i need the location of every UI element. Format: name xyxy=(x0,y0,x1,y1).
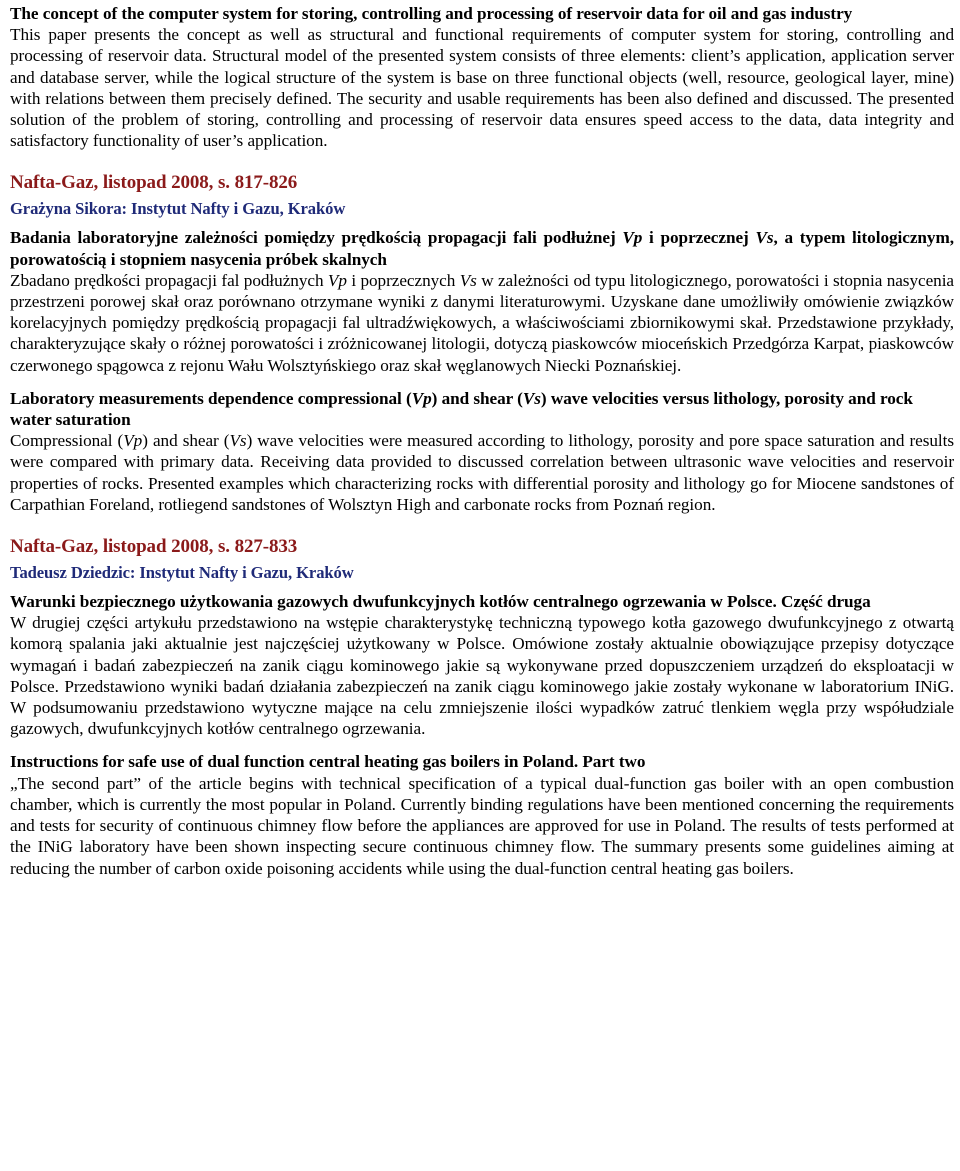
entry-1-title-en: Laboratory measurements dependence compr… xyxy=(10,388,913,430)
author-title-spacer xyxy=(10,219,954,227)
abstract-entry-1: Nafta-Gaz, listopad 2008, s. 817-826 Gra… xyxy=(10,171,954,515)
entry-1-author: Grażyna Sikora: Instytut Nafty i Gazu, K… xyxy=(10,199,346,219)
entry-0-abstract-en: This paper presents the concept as well … xyxy=(10,25,954,151)
abstract-entry-0: The concept of the computer system for s… xyxy=(10,3,954,151)
abstract-entry-2: Nafta-Gaz, listopad 2008, s. 827-833 Tad… xyxy=(10,535,954,879)
pl-en-spacer xyxy=(10,739,954,751)
entry-2-title-pl: Warunki bezpiecznego użytkowania gazowyc… xyxy=(10,592,871,612)
math-variable: Vp xyxy=(411,388,432,408)
math-variable: Vs xyxy=(755,228,774,248)
entry-1-abstract-pl: Zbadano prędkości propagacji fal podłużn… xyxy=(10,270,954,375)
math-variable: Vp xyxy=(622,228,643,248)
entry-2-abstract-en: „The second part” of the article begins … xyxy=(10,773,954,878)
math-variable: Vs xyxy=(229,431,247,451)
entry-1-abstract-en: Compressional (Vp) and shear (Vs) wave v… xyxy=(10,431,954,514)
math-variable: Vs xyxy=(459,270,477,290)
entry-2-author: Tadeusz Dziedzic: Instytut Nafty i Gazu,… xyxy=(10,563,354,583)
entry-0-title-en: The concept of the computer system for s… xyxy=(10,4,853,23)
entry-1-title-pl: Badania laboratoryjne zależności pomiędz… xyxy=(10,228,954,269)
entry-2-abstract-pl: W drugiej części artykułu przedstawiono … xyxy=(10,613,954,739)
entry-2-title-en: Instructions for safe use of dual functi… xyxy=(10,752,646,772)
document-page: The concept of the computer system for s… xyxy=(0,0,960,1171)
pl-en-spacer xyxy=(10,376,954,388)
entry-2-journal-reference: Nafta-Gaz, listopad 2008, s. 827-833 xyxy=(10,536,298,558)
math-variable: Vp xyxy=(123,431,143,451)
math-variable: Vp xyxy=(327,270,347,290)
entry-1-journal-reference: Nafta-Gaz, listopad 2008, s. 817-826 xyxy=(10,172,298,194)
math-variable: Vs xyxy=(522,388,541,408)
author-title-spacer xyxy=(10,583,954,591)
